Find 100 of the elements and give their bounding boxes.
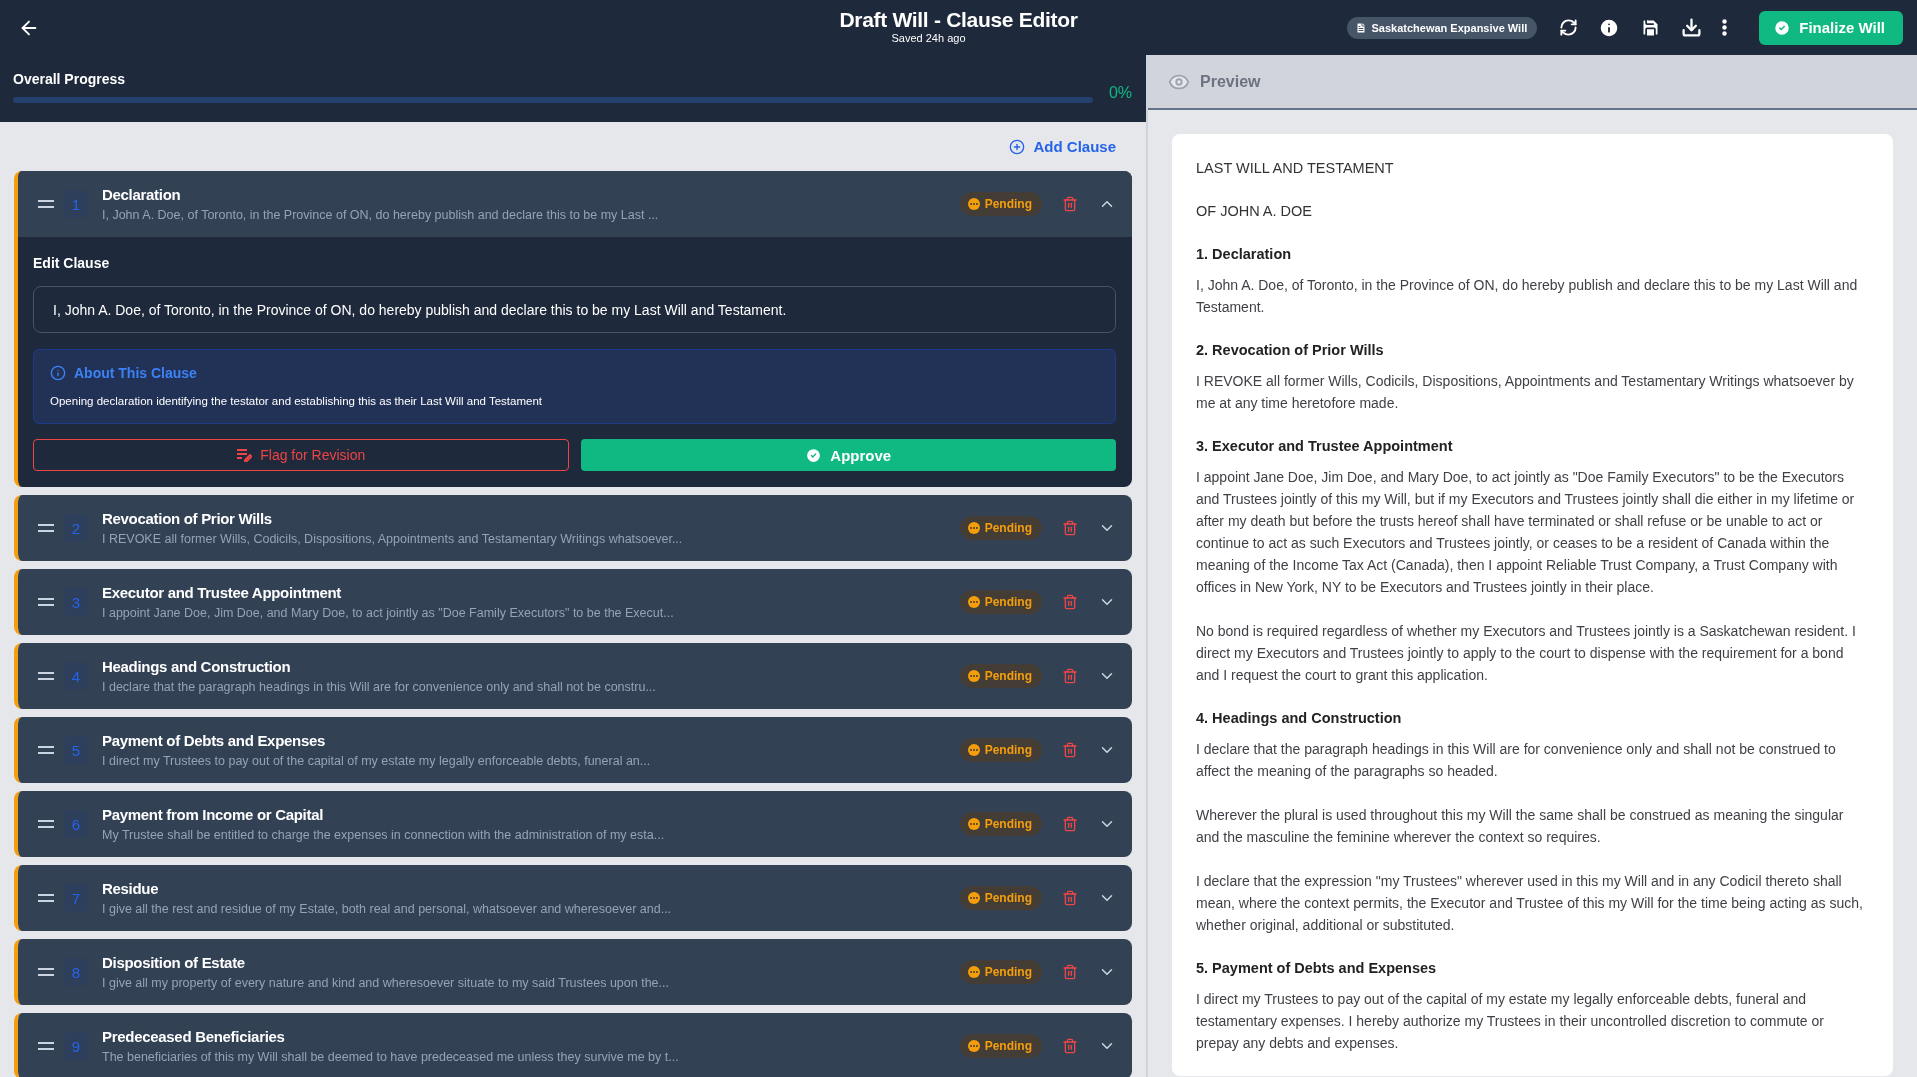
ellipsis-circle-icon (967, 818, 980, 830)
drag-handle-icon[interactable] (38, 672, 54, 680)
status-label: Pending (984, 817, 1032, 831)
clause-title: Predeceased Beneficiaries (102, 1028, 286, 1045)
ellipsis-circle-icon (967, 596, 980, 608)
section-paragraph: Wherever the plural is used throughout this my Will the same shall be construed as meaning the singular and the masculine the feminine wherever the context so requires. (1196, 806, 1845, 847)
info-icon (1598, 16, 1621, 39)
drag-handle-icon[interactable] (38, 894, 54, 902)
clause-number: 6 (64, 810, 88, 838)
ellipsis-circle-icon (967, 522, 980, 534)
drag-handle-icon[interactable] (38, 1042, 54, 1050)
ellipsis-circle-icon (967, 966, 980, 978)
clause-number: 4 (64, 662, 88, 690)
drag-handle-icon[interactable] (38, 200, 54, 208)
page-title: Draft Will - Clause Editor (839, 8, 1078, 32)
drag-handle-icon[interactable] (38, 968, 54, 976)
document-title: OF JOHN A. DOE (1196, 202, 1313, 221)
check-circle-icon (805, 446, 823, 464)
section-paragraph: I appoint Jane Doe, Jim Doe, and Mary Doe, to act jointly as "Doe Family Executors" to be the Executors and Trustees jointly of this my Will, but if my Executors and Trustees jointly shall die either in my lifetime or after my death but before the trusts hereof shall have terminated or shall refuse or be unable to act or continue to act as such Executors and Trustees jointly, or ceases to be a resident of Canada within the meaning of the Income Tax Act (Canada), then I appoint Reliable Trust Company, a Trust Company with offices in New York, NY to be Executors and Trustees jointly in their place. (1196, 468, 1856, 597)
more-options-icon (1722, 19, 1728, 36)
clause-title: Executor and Trustee Appointment (102, 584, 343, 601)
section-paragraph: I declare that the paragraph headings in this Will are for convenience only and shall not be construed to affect the meaning of the paragraphs so headed. (1196, 740, 1837, 781)
status-label: Pending (984, 669, 1032, 683)
section-heading: 4. Headings and Construction (1196, 709, 1403, 728)
about-clause-text: Opening declaration identifying the testator and establishing this as their Last Will and Testament (50, 395, 544, 407)
delete-button[interactable] (1062, 594, 1078, 610)
drag-handle-icon[interactable] (38, 598, 54, 606)
add-clause-button[interactable]: Add Clause (1009, 134, 1116, 159)
progress-label: Overall Progress (13, 71, 127, 87)
document-icon (1355, 21, 1368, 34)
clause-title: Payment of Debts and Expenses (102, 732, 327, 749)
ellipsis-circle-icon (967, 892, 980, 904)
delete-button[interactable] (1062, 816, 1078, 832)
save-status: Saved 24h ago (891, 32, 966, 45)
trash-icon (1062, 1038, 1078, 1054)
clause-number: 1 (64, 190, 88, 218)
edit-clause-label: Edit Clause (33, 255, 111, 271)
drag-handle-icon[interactable] (38, 746, 54, 754)
clause-title: Headings and Construction (102, 658, 292, 675)
ellipsis-circle-icon (967, 1040, 980, 1052)
clause-number: 7 (64, 884, 88, 912)
about-clause-title: About This Clause (74, 365, 197, 381)
delete-button[interactable] (1062, 196, 1078, 212)
clause-summary: I REVOKE all former Wills, Codicils, Dispositions, Appointments and Testamentary Writings whatsoever... (102, 532, 683, 546)
flag-for-revision-button[interactable]: Flag for Revision (33, 439, 569, 471)
clause-number: 9 (64, 1032, 88, 1060)
ellipsis-circle-icon (967, 670, 980, 682)
ellipsis-circle-icon (967, 198, 980, 210)
section-paragraph: I direct my Trustees to pay out of the capital of my estate my legally enforceable debts, funeral and testamentary expenses. I hereby authorize my Trustees in their uncontrolled discretion to commute or prepay any debts and expenses. (1196, 990, 1825, 1053)
clause-summary: I give all the rest and residue of my Estate, both real and personal, whatsoever and wheresoever and... (102, 902, 672, 916)
trash-icon (1062, 816, 1078, 832)
clause-summary: My Trustee shall be entitled to charge the expenses in connection with the administration of my esta... (102, 828, 665, 842)
sync-icon (1559, 18, 1579, 37)
status-label: Pending (984, 743, 1032, 757)
section-heading: 3. Executor and Trustee Appointment (1196, 437, 1454, 456)
preview-title: Preview (1200, 72, 1261, 91)
trash-icon (1062, 964, 1078, 980)
clause-summary: The beneficiaries of this my Will shall be deemed to have predeceased me unless they survive me by t... (102, 1050, 679, 1064)
trash-icon (1062, 520, 1078, 536)
trash-icon (1062, 668, 1078, 684)
status-label: Pending (984, 1039, 1032, 1053)
delete-button[interactable] (1062, 742, 1078, 758)
clause-title: Residue (102, 880, 160, 897)
delete-button[interactable] (1062, 520, 1078, 536)
status-label: Pending (984, 521, 1032, 535)
status-label: Pending (984, 891, 1032, 905)
edit-list-icon (236, 448, 253, 462)
drag-handle-icon[interactable] (38, 524, 54, 532)
clause-number: 8 (64, 958, 88, 986)
status-label: Pending (984, 197, 1032, 211)
clause-title: Declaration (102, 186, 182, 203)
clause-number: 2 (64, 514, 88, 542)
section-paragraph: I declare that the expression "my Trustees" wherever used in this my Will and in any Codicil thereto shall mean, where the context permits, the Executor and Trustee of this my Will for the time being acting as such, whether original, additional or substituted. (1196, 872, 1864, 935)
clause-summary: I declare that the paragraph headings in this Will are for convenience only and shall not be constru... (102, 680, 656, 694)
section-heading: 5. Payment of Debts and Expenses (1196, 959, 1438, 978)
delete-button[interactable] (1062, 964, 1078, 980)
section-heading: 1. Declaration (1196, 245, 1293, 264)
download-icon (1681, 17, 1703, 38)
clause-header[interactable]: 1 Declaration I, John A. Doe, of Toronto, in the Province of ON, do hereby publish and declare this to be my Last ... Pending (18, 171, 1132, 237)
clause-text-field[interactable]: I, John A. Doe, of Toronto, in the Province of ON, do hereby publish and declare this to be my Last Will and Testament. (33, 286, 1116, 333)
clause-title: Revocation of Prior Wills (102, 510, 273, 527)
section-paragraph: No bond is required regardless of whether my Executors and Trustees jointly is a Saskatchewan resident. I direct my Executors and Trustees jointly to apply to the court to dispense with the requirement for a bond and I request the court to grant this application. (1196, 622, 1857, 685)
delete-button[interactable] (1062, 1038, 1078, 1054)
trash-icon (1062, 890, 1078, 906)
clause-summary: I appoint Jane Doe, Jim Doe, and Mary Doe, to act jointly as "Doe Family Executors" to be the Execut... (102, 606, 674, 620)
section-heading: 2. Revocation of Prior Wills (1196, 341, 1385, 360)
drag-handle-icon[interactable] (38, 820, 54, 828)
clause-summary: I give all my property of every nature and kind and wheresoever situate to my said Trustees upon the... (102, 976, 669, 990)
section-paragraph: I REVOKE all former Wills, Codicils, Dispositions, Appointments and Testamentary Writings whatsoever by me at any time heretofore made. (1196, 372, 1855, 413)
clause-title: Payment from Income or Capital (102, 806, 325, 823)
trash-icon (1062, 196, 1078, 212)
delete-button[interactable] (1062, 890, 1078, 906)
clause-summary: I direct my Trustees to pay out of the capital of my estate my legally enforceable debts, funeral an... (102, 754, 651, 768)
clause-title: Disposition of Estate (102, 954, 246, 971)
clause-summary: I, John A. Doe, of Toronto, in the Province of ON, do hereby publish and declare this to be my Last ... (102, 208, 659, 222)
template-chip: Saskatchewan Expansive Will (1347, 16, 1538, 39)
ellipsis-circle-icon (967, 744, 980, 756)
clause-number: 3 (64, 588, 88, 616)
trash-icon (1062, 742, 1078, 758)
delete-button[interactable] (1062, 668, 1078, 684)
